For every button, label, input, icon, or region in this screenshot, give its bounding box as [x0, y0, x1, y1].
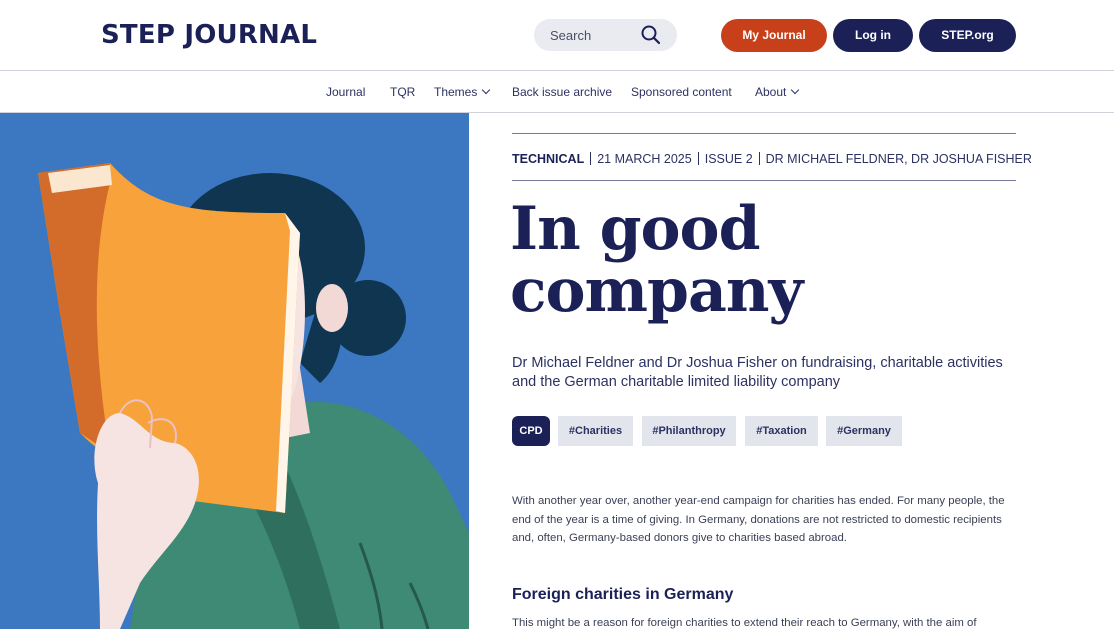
chevron-down-icon — [482, 85, 491, 95]
article-title-line: company — [510, 256, 803, 326]
site-logo[interactable]: STEP JOURNAL — [101, 19, 317, 51]
tag-philanthropy[interactable]: #Philanthropy — [642, 416, 736, 446]
chevron-down-icon — [791, 85, 800, 95]
site-header: STEP JOURNAL My Journal Log in STEP.org — [0, 0, 1114, 71]
nav-item-label: About — [755, 85, 787, 99]
nav-item-label: Journal — [326, 85, 366, 99]
meta-separator — [758, 152, 760, 165]
woman-reading-illustration — [0, 113, 469, 629]
hero-illustration — [0, 113, 469, 629]
nav-item-label: Sponsored content — [631, 85, 732, 99]
login-button[interactable]: Log in — [833, 19, 913, 52]
article-date: 21 MARCH 2025 — [597, 152, 692, 166]
main-nav: Journal TQR Themes Back issue archive Sp… — [0, 72, 1114, 113]
article-title-line: In good — [510, 194, 761, 264]
article-paragraph: This might be a reason for foreign chari… — [512, 617, 977, 629]
nav-item-tqr[interactable]: TQR — [390, 72, 415, 113]
nav-item-sponsored-content[interactable]: Sponsored content — [631, 72, 732, 113]
meta-bottom-divider — [512, 180, 1016, 181]
tag-charities[interactable]: #Charities — [558, 416, 633, 446]
article-title: In good company — [510, 198, 1010, 322]
meta-top-divider — [512, 133, 1016, 134]
article-issue: ISSUE 2 — [704, 152, 753, 166]
nav-item-journal[interactable]: Journal — [326, 72, 365, 113]
article-category[interactable]: TECHNICAL — [512, 152, 584, 166]
article-meta: TECHNICAL 21 MARCH 2025 ISSUE 2 DR MICHAEL … — [512, 150, 1032, 167]
nav-item-themes[interactable]: Themes — [434, 72, 491, 113]
section-heading: Foreign charities in Germany — [512, 586, 734, 603]
nav-item-label: Themes — [434, 85, 478, 99]
tag-taxation[interactable]: #Taxation — [745, 416, 818, 446]
nav-item-about[interactable]: About — [755, 72, 800, 113]
nav-item-label: TQR — [390, 85, 416, 99]
my-journal-button[interactable]: My Journal — [721, 19, 827, 52]
article-authors: DR MICHAEL FELDNER, DR JOSHUA FISHER — [765, 152, 1032, 166]
search-input[interactable] — [550, 19, 640, 51]
article-standfirst: Dr Michael Feldner and Dr Joshua Fisher … — [512, 355, 1003, 390]
article-intro: With another year over, another year-end… — [512, 495, 1005, 544]
meta-separator — [697, 152, 699, 165]
step-org-button[interactable]: STEP.org — [919, 19, 1016, 52]
nav-item-back-issue-archive[interactable]: Back issue archive — [512, 72, 612, 113]
tag-cpd[interactable]: CPD — [512, 416, 550, 446]
search-icon[interactable] — [640, 24, 662, 46]
meta-separator — [590, 152, 592, 165]
nav-item-label: Back issue archive — [512, 85, 613, 99]
tag-germany[interactable]: #Germany — [826, 416, 902, 446]
